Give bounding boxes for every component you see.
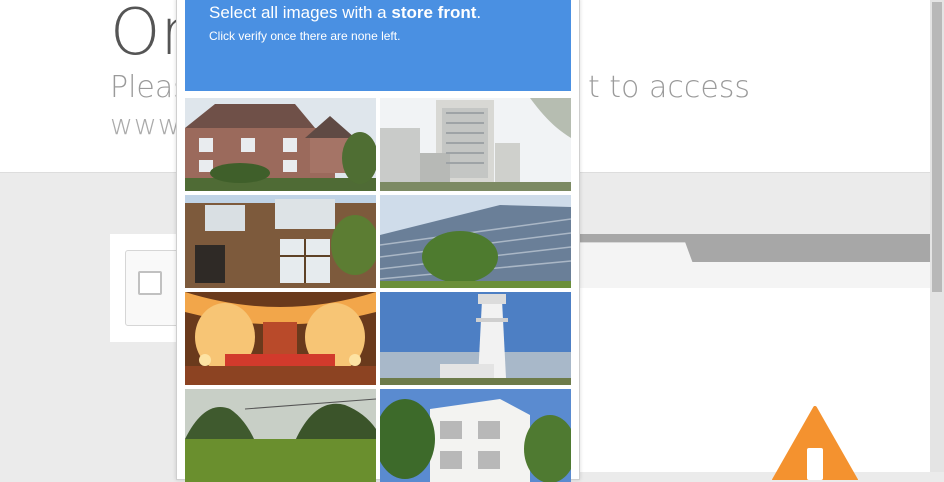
scrollbar-thumb[interactable] xyxy=(932,2,942,292)
challenge-tile-1[interactable] xyxy=(185,98,376,191)
page-subtitle-right: t to access xyxy=(588,70,751,105)
instruction-target: store front xyxy=(391,3,477,22)
lower-content-area xyxy=(570,288,930,472)
challenge-tile-8[interactable] xyxy=(380,389,571,482)
challenge-tile-3[interactable] xyxy=(185,195,376,288)
challenge-tile-7[interactable] xyxy=(185,389,376,482)
challenge-tile-5[interactable] xyxy=(185,292,376,385)
warning-icon xyxy=(772,406,858,480)
image-challenge-dialog: Select all images with a store front. Cl… xyxy=(176,0,580,482)
challenge-header: Select all images with a store front. Cl… xyxy=(185,0,571,91)
page-scrollbar[interactable] xyxy=(930,0,944,472)
challenge-instruction: Select all images with a store front. xyxy=(209,3,481,23)
challenge-tile-2[interactable] xyxy=(380,98,571,191)
instruction-prefix: Select all images with a xyxy=(209,3,392,22)
instruction-suffix: . xyxy=(476,3,482,22)
page-url-text: www xyxy=(110,108,182,141)
challenge-sub-instruction: Click verify once there are none left. xyxy=(209,29,401,43)
challenge-tile-6[interactable] xyxy=(380,292,571,385)
recaptcha-checkbox[interactable] xyxy=(138,271,162,295)
challenge-tile-4[interactable] xyxy=(380,195,571,288)
